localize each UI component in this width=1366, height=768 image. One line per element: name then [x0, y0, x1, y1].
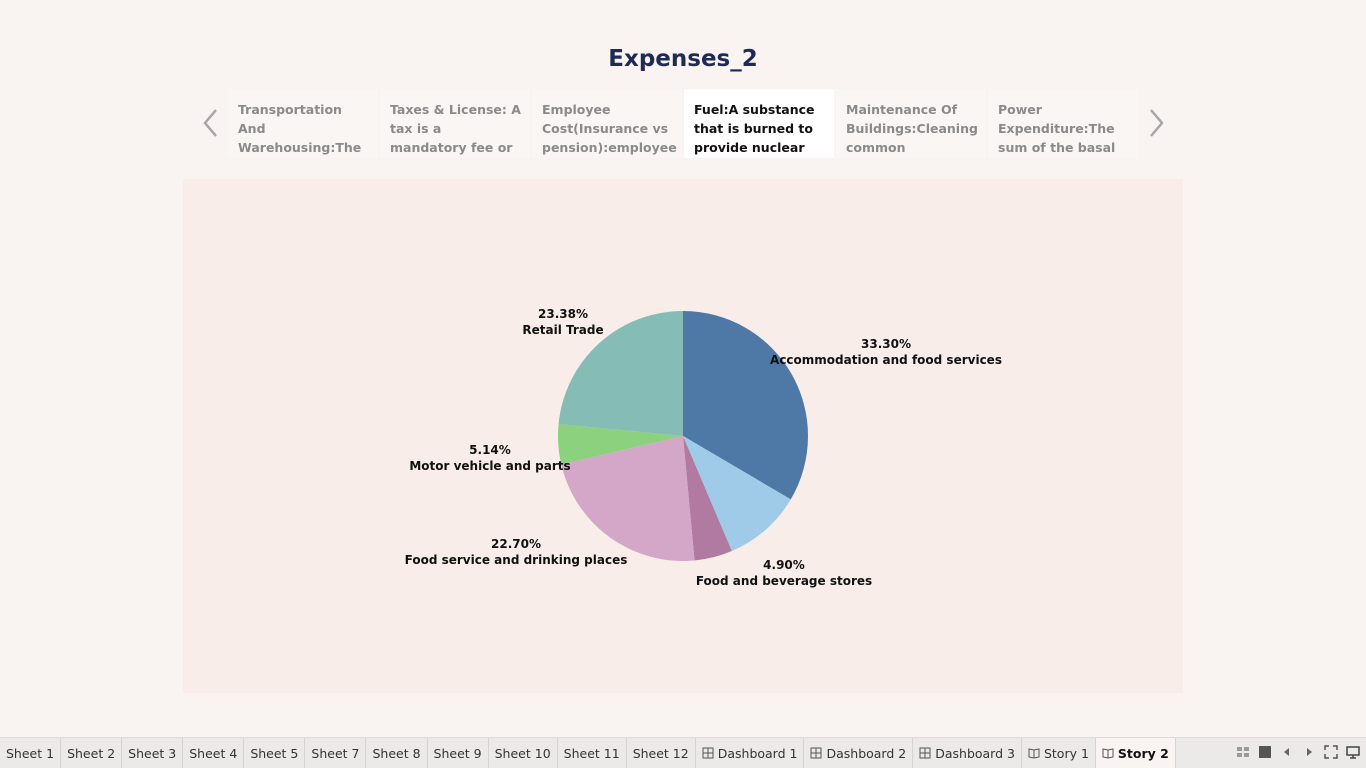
- next-point-arrow-icon[interactable]: [1141, 106, 1171, 140]
- tab-bar-controls: [1236, 745, 1360, 759]
- tab-label: Story 1: [1043, 745, 1089, 761]
- tab-sheet-11[interactable]: Sheet 11: [558, 738, 627, 768]
- tab-story-1[interactable]: Story 1: [1022, 738, 1096, 768]
- tab-sheet-2[interactable]: Sheet 2: [61, 738, 123, 768]
- tab-label: Sheet 7: [311, 745, 360, 761]
- story-title: Expenses_2: [608, 46, 758, 72]
- pie-label-percent: 5.14%: [469, 443, 511, 457]
- pie-label: 33.30% Accommodation and food services: [770, 337, 1002, 367]
- pie-label: 5.14% Motor vehicle and parts: [409, 443, 570, 473]
- tab-label: Sheet 11: [563, 745, 620, 761]
- tab-label: Dashboard 3: [935, 745, 1015, 761]
- tab-sheet-1[interactable]: Sheet 1: [0, 738, 62, 768]
- story-point-1[interactable]: Transportation And Warehousing:The trans…: [228, 89, 378, 158]
- tab-sheet-10[interactable]: Sheet 10: [489, 738, 558, 768]
- tab-label: Sheet 1: [6, 745, 55, 761]
- tab-sheet-4[interactable]: Sheet 4: [183, 738, 245, 768]
- fullscreen-icon[interactable]: [1324, 745, 1338, 759]
- dashboard-icon: [702, 747, 714, 759]
- pie-label-percent: 23.38%: [538, 307, 588, 321]
- presentation-mode-icon[interactable]: [1346, 745, 1360, 759]
- tab-sheet-7[interactable]: Sheet 7: [305, 738, 367, 768]
- story-icon: [1102, 748, 1114, 759]
- story-point-3[interactable]: Employee Cost(Insurance vs pension):empl…: [532, 89, 682, 158]
- show-tabs-icon[interactable]: [1258, 745, 1272, 759]
- previous-point-arrow-icon[interactable]: [196, 106, 226, 140]
- tab-sheet-5[interactable]: Sheet 5: [244, 738, 306, 768]
- tab-sheet-9[interactable]: Sheet 9: [428, 738, 489, 768]
- tab-label: Sheet 2: [67, 745, 116, 761]
- story-icon: [1028, 748, 1040, 759]
- sheet-tabs: Sheet 1 Sheet 2 Sheet 3 Sheet 4 Sheet 5 Sheet…: [0, 738, 1176, 768]
- tab-label: Sheet 10: [494, 745, 551, 761]
- pie-label-percent: 33.30%: [861, 337, 911, 351]
- tab-label: Sheet 12: [632, 745, 689, 761]
- pie-chart: 33.30% Accommodation and food services 4.9…: [405, 307, 1002, 588]
- pie-label-percent: 22.70%: [491, 537, 541, 551]
- sheet-tab-bar: Sheet 1 Sheet 2 Sheet 3 Sheet 4 Sheet 5 Sheet…: [0, 737, 1366, 768]
- dashboard-icon: [810, 747, 822, 759]
- pie-label-category: Accommodation and food services: [770, 353, 1002, 367]
- tab-label: Sheet 5: [250, 745, 299, 761]
- tab-sheet-3[interactable]: Sheet 3: [122, 738, 184, 768]
- tab-label: Dashboard 1: [717, 745, 798, 761]
- story-navigator: Transportation And Warehousing:The trans…: [228, 89, 1140, 158]
- pie-label-category: Food and beverage stores: [696, 574, 872, 588]
- tab-label: Sheet 9: [433, 745, 482, 761]
- pie-label: 23.38% Retail Trade: [522, 307, 603, 337]
- story-point-2[interactable]: Taxes & License: A tax is a mandatory fe…: [380, 89, 530, 158]
- tab-sheet-8[interactable]: Sheet 8: [366, 738, 428, 768]
- tab-dashboard-2[interactable]: Dashboard 2: [804, 738, 914, 768]
- story-point-5[interactable]: Maintenance Of Buildings:Cleaning common: [836, 89, 986, 158]
- pie-label-category: Retail Trade: [522, 323, 603, 337]
- tab-sheet-12[interactable]: Sheet 12: [627, 738, 696, 768]
- tab-dashboard-3[interactable]: Dashboard 3: [913, 738, 1022, 768]
- tab-dashboard-1[interactable]: Dashboard 1: [696, 738, 805, 768]
- pie-label-category: Food service and drinking places: [405, 553, 628, 567]
- tab-label: Story 2: [1117, 745, 1169, 761]
- pie-label-category: Motor vehicle and parts: [409, 459, 570, 473]
- tab-label: Sheet 4: [189, 745, 238, 761]
- prev-sheet-icon[interactable]: [1280, 745, 1294, 759]
- tab-label: Dashboard 2: [826, 745, 907, 761]
- visualization-pane: 33.30% Accommodation and food services 4.9…: [183, 179, 1183, 693]
- tab-story-2[interactable]: Story 2: [1095, 738, 1176, 768]
- story-point-4[interactable]: Fuel:A substance that is burned to provi…: [684, 89, 834, 158]
- next-sheet-icon[interactable]: [1302, 745, 1316, 759]
- pie-label: 22.70% Food service and drinking places: [405, 537, 628, 567]
- tab-label: Sheet 3: [128, 745, 177, 761]
- pie-label-percent: 4.90%: [763, 558, 805, 572]
- dashboard-icon: [919, 747, 931, 759]
- pie-label: 4.90% Food and beverage stores: [696, 558, 872, 588]
- story-point-6[interactable]: Power Expenditure:The sum of the basal: [988, 89, 1138, 158]
- tab-label: Sheet 8: [372, 745, 421, 761]
- show-sheet-sorter-icon[interactable]: [1236, 745, 1250, 759]
